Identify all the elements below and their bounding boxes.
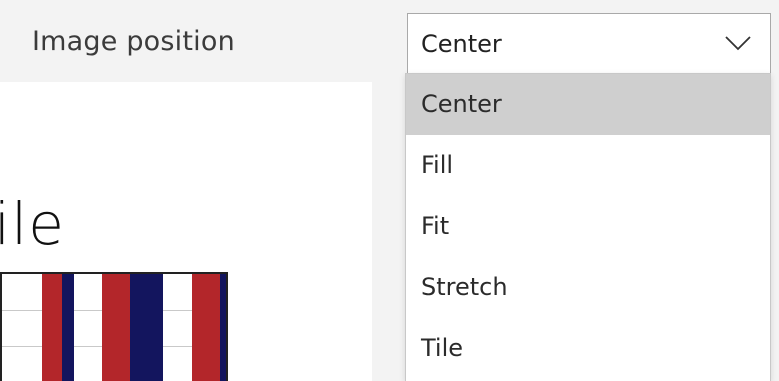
preview-stripe-navy xyxy=(62,274,74,381)
select-current-value: Center xyxy=(421,30,502,58)
preview-stripe-red xyxy=(192,274,220,381)
image-position-select[interactable]: Center xyxy=(407,13,771,74)
image-position-setting-row: Image position Center xyxy=(0,0,779,82)
dropdown-option-stretch[interactable]: Stretch xyxy=(406,257,770,318)
dropdown-option-tile[interactable]: Tile xyxy=(406,318,770,379)
image-position-label: Image position xyxy=(32,26,235,57)
preview-stripe-red xyxy=(42,274,62,381)
preview-stripe-red xyxy=(102,274,130,381)
dropdown-option-fit[interactable]: Fit xyxy=(406,196,770,257)
image-position-dropdown-list: Center Fill Fit Stretch Tile xyxy=(405,73,771,381)
dropdown-option-center[interactable]: Center xyxy=(406,74,770,135)
image-preview-tile xyxy=(0,272,228,381)
preview-title-text: ile xyxy=(0,190,65,258)
dropdown-option-fill[interactable]: Fill xyxy=(406,135,770,196)
chevron-down-icon xyxy=(725,36,751,51)
preview-stripe-navy xyxy=(220,274,226,381)
preview-stripe-navy xyxy=(130,274,163,381)
